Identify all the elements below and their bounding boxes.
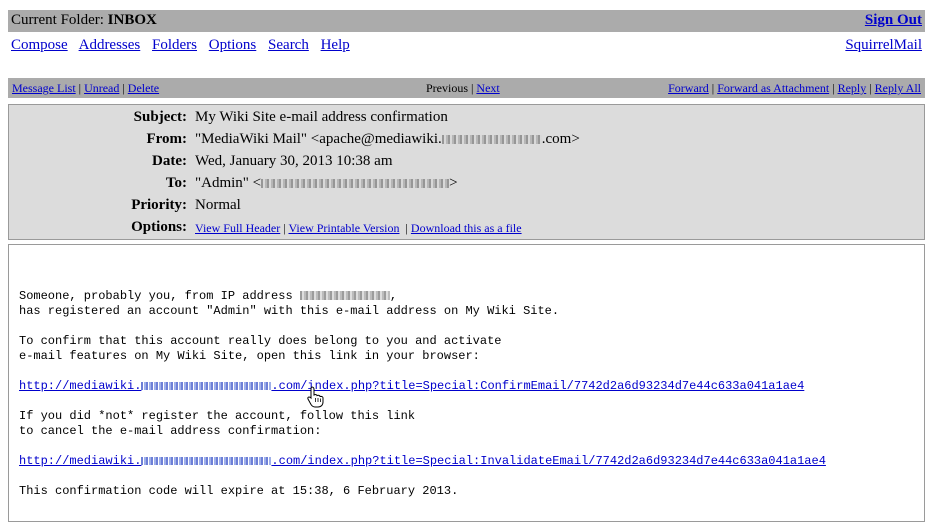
body-line-1: Someone, probably you, from IP address , [19, 289, 397, 303]
redacted-domain[interactable] [141, 456, 272, 465]
date-label: Date: [152, 153, 187, 169]
reply-link[interactable]: Reply [838, 81, 867, 95]
subject-row: Subject: My Wiki Site e-mail address con… [9, 109, 924, 131]
to-suffix: > [449, 175, 458, 191]
view-full-header-link[interactable]: View Full Header [195, 221, 280, 235]
from-value: "MediaWiki Mail" <apache@mediawiki. .com> [195, 131, 580, 148]
subject-value: My Wiki Site e-mail address confirmation [195, 109, 448, 125]
link-text[interactable]: http://mediawiki. [19, 454, 141, 468]
separator: | [471, 81, 474, 95]
body-line-7: This confirmation code will expire at 15… [19, 484, 459, 498]
subject-label: Subject: [133, 109, 187, 125]
forward-attachment-link[interactable]: Forward as Attachment [717, 81, 829, 95]
main-menu: Compose Addresses Folders Options Search… [11, 37, 358, 54]
confirm-email-link[interactable]: http://mediawiki. .com/index.php?title=Sp… [19, 379, 804, 393]
date-value: Wed, January 30, 2013 10:38 am [195, 153, 393, 169]
invalidate-email-link[interactable]: http://mediawiki. .com/index.php?title=Sp… [19, 454, 826, 468]
from-row: From: "MediaWiki Mail" <apache@mediawiki… [9, 131, 924, 153]
body-line-4: e-mail features on My Wiki Site, open th… [19, 349, 480, 363]
body-line-3: To confirm that this account really does… [19, 334, 502, 348]
separator: | [78, 81, 82, 95]
body-line-5: If you did *not* register the account, f… [19, 409, 416, 423]
next-link[interactable]: Next [476, 81, 499, 95]
delete-link[interactable]: Delete [128, 81, 159, 95]
to-value: "Admin" < > [195, 175, 458, 192]
separator: | [122, 81, 125, 95]
separator: | [711, 81, 715, 95]
priority-value: Normal [195, 197, 241, 213]
link-text[interactable]: .com/index.php?title=Special:InvalidateE… [271, 454, 826, 468]
redacted-domain [441, 135, 542, 145]
separator: | [869, 81, 872, 95]
from-prefix: "MediaWiki Mail" <apache@mediawiki. [195, 131, 442, 147]
redacted-ip [299, 291, 390, 301]
message-header: Subject: My Wiki Site e-mail address con… [8, 104, 925, 240]
previous-label: Previous [426, 81, 468, 95]
nav-right: Forward | Forward as Attachment | Reply … [668, 81, 921, 96]
separator: | [402, 221, 408, 235]
body-line-6: to cancel the e-mail address confirmatio… [19, 424, 322, 438]
menu-options[interactable]: Options [209, 37, 257, 53]
message-nav-bar: Message List | Unread | Delete Previous … [8, 78, 925, 98]
forward-link[interactable]: Forward [668, 81, 709, 95]
to-label: To: [165, 175, 187, 191]
from-label: From: [146, 131, 187, 147]
unread-link[interactable]: Unread [84, 81, 119, 95]
body-line-2: has registered an account "Admin" with t… [19, 304, 560, 318]
redacted-email [261, 179, 450, 189]
squirrelmail-link[interactable]: SquirrelMail [845, 37, 922, 54]
view-printable-link[interactable]: View Printable Version [288, 221, 399, 235]
hand-cursor-icon [307, 386, 324, 408]
date-row: Date: Wed, January 30, 2013 10:38 am [9, 153, 924, 175]
message-list-link[interactable]: Message List [12, 81, 76, 95]
to-prefix: "Admin" < [195, 175, 262, 191]
message-body: Someone, probably you, from IP address ,… [8, 244, 925, 522]
current-folder: Current Folder: INBOX [11, 12, 157, 29]
priority-label: Priority: [131, 197, 187, 213]
nav-middle: Previous | Next [426, 81, 500, 96]
options-label: Options: [131, 219, 187, 235]
menu-addresses[interactable]: Addresses [79, 37, 141, 53]
options-row: Options: View Full Header | View Printab… [9, 219, 924, 241]
redacted-domain[interactable] [141, 381, 272, 390]
download-link[interactable]: Download this as a file [411, 221, 522, 235]
link-text[interactable]: .com/index.php?title=Special:ConfirmEmai… [271, 379, 804, 393]
reply-all-link[interactable]: Reply All [875, 81, 921, 95]
sign-out-link[interactable]: Sign Out [865, 12, 922, 29]
separator: | [283, 221, 286, 235]
menu-folders[interactable]: Folders [152, 37, 197, 53]
menu-compose[interactable]: Compose [11, 37, 68, 53]
menu-help[interactable]: Help [321, 37, 350, 53]
from-suffix: .com> [541, 131, 580, 147]
body-text: , [389, 289, 398, 303]
folder-bar: Current Folder: INBOX Sign Out [8, 10, 925, 32]
separator: | [832, 81, 835, 95]
options-links: View Full Header | View Printable Versio… [195, 221, 522, 236]
menu-search[interactable]: Search [268, 37, 309, 53]
current-folder-name: INBOX [107, 12, 157, 28]
nav-left: Message List | Unread | Delete [12, 81, 159, 96]
priority-row: Priority: Normal [9, 197, 924, 219]
to-row: To: "Admin" < > [9, 175, 924, 197]
current-folder-label: Current Folder: [11, 12, 104, 28]
body-text: Someone, probably you, from IP address [19, 289, 300, 303]
link-text[interactable]: http://mediawiki. [19, 379, 141, 393]
